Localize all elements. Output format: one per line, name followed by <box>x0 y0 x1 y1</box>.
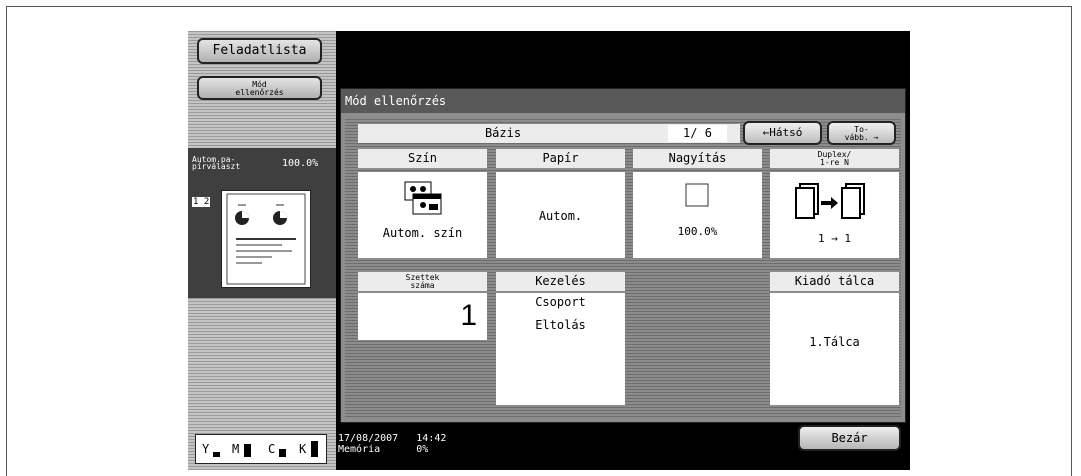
sets-value: 1 <box>460 299 477 332</box>
preview-mode-label: Autom.pa- pírválaszt <box>192 156 282 171</box>
back-label: ←Hátsó <box>762 126 803 139</box>
document-preview-thumbnail[interactable] <box>221 190 311 288</box>
settings-grid: Bázis 1/ 6 ←Hátsó To- vább. → Szín Papír… <box>345 117 901 417</box>
toner-y-label: Y <box>202 442 210 456</box>
toner-k-label: K <box>299 442 307 456</box>
memory: Memória 0% <box>338 445 428 455</box>
sidebar: Feladatlista Mód ellenőrzés Autom.pa- pí… <box>188 31 336 470</box>
sets-header: Szettek száma <box>358 272 487 291</box>
sets-setting[interactable]: 1 <box>358 293 487 340</box>
panel-title: Mód ellenőrzés <box>341 89 905 113</box>
duplex-header-line2: 1-re N <box>820 158 849 167</box>
mode-check-panel: Mód ellenőrzés Bázis 1/ 6 ←Hátsó To- váb… <box>340 88 906 423</box>
preview-label-line2: pírválaszt <box>192 162 241 171</box>
sets-header-line2: száma <box>410 281 435 290</box>
close-label: Bezár <box>831 431 868 445</box>
finishing-header: Kezelés <box>496 272 625 291</box>
page-indicator-text: 1 2 <box>192 197 211 207</box>
color-setting[interactable]: Autom. szín <box>358 172 487 258</box>
duplex-header: Duplex/ 1-re N <box>770 149 899 168</box>
color-header: Szín <box>358 149 487 168</box>
mode-check-label-line2: ellenőrzés <box>235 88 284 97</box>
toner-y-bar <box>213 452 220 457</box>
output-tray-setting[interactable]: 1.Tálca <box>770 293 899 405</box>
time: 14:42 <box>416 433 447 444</box>
preview-zoom: 100.0% <box>282 158 319 169</box>
date: 17/08/2007 <box>338 433 399 444</box>
finishing-value-line1: Csoport <box>535 295 586 309</box>
duplex-value: 1 → 1 <box>817 232 852 245</box>
toner-m-bar <box>244 444 251 457</box>
paper-setting[interactable]: Autom. <box>496 172 625 258</box>
next-button[interactable]: To- vább. → <box>827 121 896 145</box>
toner-c-label: C <box>268 442 276 456</box>
paper-value: Autom. <box>538 209 583 223</box>
preview-area: Autom.pa- pírválaszt 100.0% 1 2 <box>188 148 336 298</box>
base-label: Bázis <box>484 126 522 140</box>
color-value: Autom. szín <box>382 226 463 240</box>
mode-check-button[interactable]: Mód ellenőrzés <box>197 76 322 100</box>
page-indicator-icon: 1 2 <box>192 196 211 207</box>
message-area <box>336 31 910 88</box>
toner-level-indicator: Y M C K <box>195 434 327 464</box>
document-preview-icon <box>226 193 306 285</box>
paper-header: Papír <box>496 149 625 168</box>
control-panel-screen: Feladatlista Mód ellenőrzés Autom.pa- pí… <box>188 31 910 470</box>
status-bar: 17/08/2007 14:42 Memória 0% Bezár <box>336 423 910 470</box>
base-bar: Bázis 1/ 6 <box>358 124 740 143</box>
main-area: Mód ellenőrzés Bázis 1/ 6 ←Hátsó To- váb… <box>336 31 910 470</box>
datetime: 17/08/2007 14:42 <box>338 434 446 444</box>
color-copy-icon <box>404 181 442 215</box>
memory-label: Memória <box>338 444 381 455</box>
output-tray-value: 1.Tálca <box>809 335 860 349</box>
finishing-value-line2: Eltolás <box>535 318 586 332</box>
toner-m-label: M <box>232 442 240 456</box>
output-tray-header: Kiadó tálca <box>770 272 899 291</box>
finishing-setting[interactable]: Csoport Eltolás <box>496 293 625 405</box>
duplex-icon <box>795 183 865 219</box>
zoom-value: 100.0% <box>677 225 718 238</box>
next-label-line2: vább. → <box>844 133 879 142</box>
zoom-page-icon <box>685 183 709 207</box>
memory-value: 0% <box>416 444 429 455</box>
duplex-setting[interactable]: 1 → 1 <box>770 172 899 258</box>
toner-c-bar <box>279 449 286 457</box>
close-button[interactable]: Bezár <box>798 425 901 451</box>
task-list-label: Feladatlista <box>212 43 307 58</box>
toner-k-bar <box>311 441 318 457</box>
task-list-button[interactable]: Feladatlista <box>197 38 322 64</box>
back-button[interactable]: ←Hátsó <box>743 121 822 145</box>
zoom-header: Nagyítás <box>633 149 762 168</box>
page-counter: 1/ 6 <box>668 125 727 142</box>
zoom-setting[interactable]: 100.0% <box>633 172 762 258</box>
